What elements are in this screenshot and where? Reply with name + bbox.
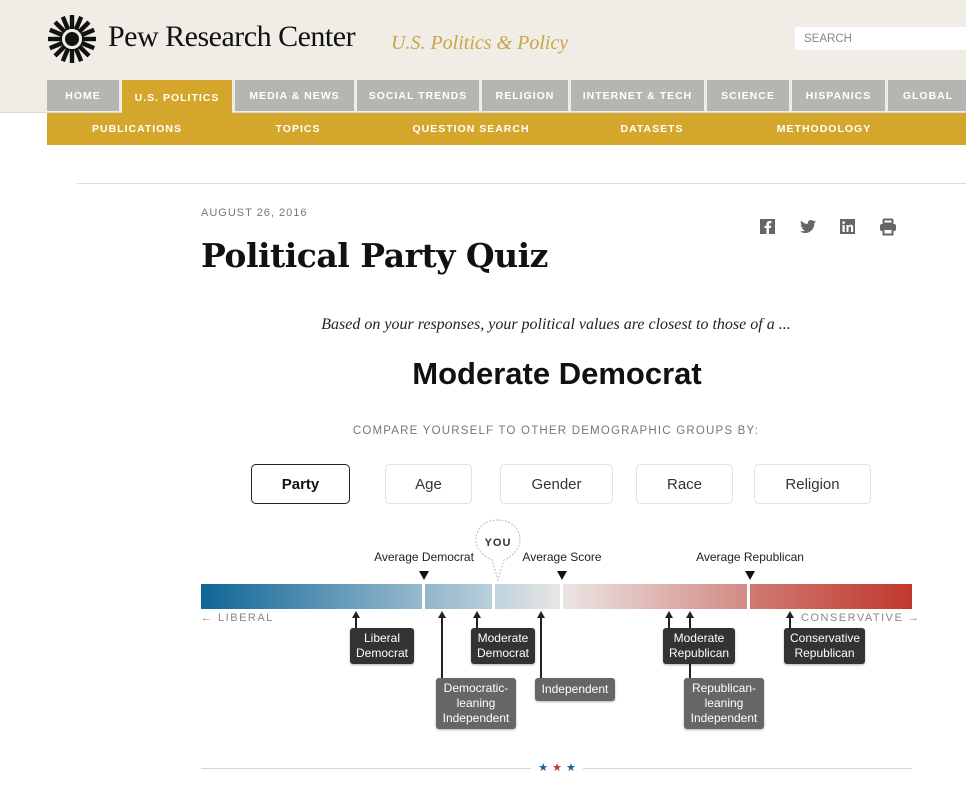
group-independent[interactable]: Independent xyxy=(535,678,615,701)
nav-item-internet-tech[interactable]: INTERNET & TECH xyxy=(571,80,704,111)
subnav-publications[interactable]: PUBLICATIONS xyxy=(92,113,182,145)
tab-race[interactable]: Race xyxy=(636,464,733,504)
group-label-line: Democrat xyxy=(356,646,409,660)
arrow-line xyxy=(540,617,542,679)
group-label-line: leaning xyxy=(456,696,496,710)
subnav-topics[interactable]: TOPICS xyxy=(276,113,321,145)
group-label-line: Democrat xyxy=(477,646,530,660)
star-icon: ★ xyxy=(552,762,562,774)
marker-average-democrat-label: Average Democrat xyxy=(374,550,474,564)
subnav-question-search[interactable]: QUESTION SEARCH xyxy=(412,113,529,145)
result-lead-text: Based on your responses, your political … xyxy=(321,316,791,333)
tab-party[interactable]: Party xyxy=(251,464,350,504)
nav-item-media-news[interactable]: MEDIA & NEWS xyxy=(235,80,354,111)
you-label: YOU xyxy=(484,537,512,549)
tab-religion[interactable]: Religion xyxy=(754,464,871,504)
nav-item-social-trends[interactable]: SOCIAL TRENDS xyxy=(357,80,479,111)
nav-item-us-politics[interactable]: U.S. POLITICS xyxy=(122,80,232,115)
group-republican-leaning-independent[interactable]: Republican- leaning Independent xyxy=(684,678,764,729)
group-label-line: Independent xyxy=(442,711,510,725)
scale-segment-2 xyxy=(425,584,492,609)
nav-item-home[interactable]: HOME xyxy=(47,80,119,111)
twitter-icon[interactable] xyxy=(799,218,817,236)
group-label-line: Independent xyxy=(541,682,609,696)
group-label-line: Independent xyxy=(690,711,758,725)
ideology-scale xyxy=(201,584,912,609)
conservative-end-label: CONSERVATIVE → xyxy=(801,612,921,624)
group-conservative-republican[interactable]: Conservative Republican xyxy=(784,628,865,664)
facebook-icon[interactable] xyxy=(759,218,777,236)
group-moderate-democrat[interactable]: Moderate Democrat xyxy=(471,628,535,664)
marker-average-republican-label: Average Republican xyxy=(696,550,804,564)
result-typology: Moderate Democrat xyxy=(412,356,702,391)
nav-item-science[interactable]: SCIENCE xyxy=(707,80,789,111)
star-icon: ★ xyxy=(538,762,549,774)
liberal-end-label: ← LIBERAL xyxy=(201,612,274,624)
group-liberal-democrat[interactable]: Liberal Democrat xyxy=(350,628,414,664)
scale-segment-1 xyxy=(201,584,422,609)
group-moderate-republican[interactable]: Moderate Republican xyxy=(663,628,735,664)
nav-item-religion[interactable]: RELIGION xyxy=(482,80,568,111)
group-label-line: leaning xyxy=(704,696,744,710)
section-title[interactable]: U.S. Politics & Policy xyxy=(391,32,568,55)
main-nav: HOME U.S. POLITICS MEDIA & NEWS SOCIAL T… xyxy=(47,80,966,115)
group-label-line: Republican- xyxy=(691,681,757,695)
marker-average-democrat xyxy=(419,571,429,580)
group-democratic-leaning-independent[interactable]: Democratic- leaning Independent xyxy=(436,678,516,729)
print-icon[interactable] xyxy=(879,218,897,236)
scale-segment-5 xyxy=(750,584,912,609)
group-label-line: Conservative xyxy=(790,631,861,645)
linkedin-icon[interactable] xyxy=(839,218,857,236)
group-label-line: Republican xyxy=(669,646,730,660)
star-icon: ★ xyxy=(565,762,576,774)
group-label-line: Democratic- xyxy=(443,681,509,695)
subnav-datasets[interactable]: DATASETS xyxy=(620,113,683,145)
pew-logo-icon[interactable] xyxy=(47,14,97,64)
tab-age[interactable]: Age xyxy=(385,464,472,504)
marker-average-score xyxy=(557,571,567,580)
scale-segment-3 xyxy=(495,584,560,609)
stars-divider: ★ ★ ★ xyxy=(531,760,583,776)
scale-segment-4 xyxy=(563,584,747,609)
publish-date: AUGUST 26, 2016 xyxy=(201,207,308,219)
you-marker xyxy=(475,519,521,582)
group-label-line: Moderate xyxy=(673,631,725,645)
page-title: Political Party Quiz xyxy=(201,236,548,275)
arrow-line xyxy=(441,617,443,679)
marker-average-republican xyxy=(745,571,755,580)
group-label-line: Liberal xyxy=(363,631,401,645)
compare-label: COMPARE YOURSELF TO OTHER DEMOGRAPHIC GR… xyxy=(352,425,760,437)
sub-nav: PUBLICATIONS TOPICS QUESTION SEARCH DATA… xyxy=(47,113,966,145)
nav-item-hispanics[interactable]: HISPANICS xyxy=(792,80,885,111)
brand-name[interactable]: Pew Research Center xyxy=(108,20,356,54)
nav-item-global[interactable]: GLOBAL xyxy=(888,80,966,111)
search-input[interactable] xyxy=(795,27,966,50)
group-label-line: Republican xyxy=(794,646,855,660)
group-label-line: Moderate xyxy=(477,631,529,645)
divider xyxy=(77,183,966,184)
subnav-methodology[interactable]: METHODOLOGY xyxy=(777,113,871,145)
marker-average-score-label: Average Score xyxy=(522,550,602,564)
tab-gender[interactable]: Gender xyxy=(500,464,613,504)
